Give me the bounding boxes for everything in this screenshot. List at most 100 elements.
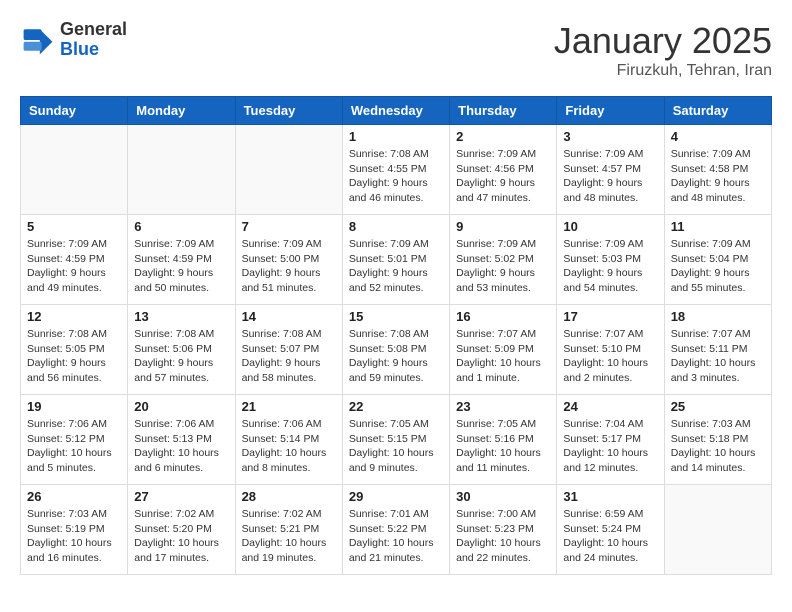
day-info: Sunrise: 7:09 AMSunset: 4:59 PMDaylight:…: [27, 237, 121, 296]
day-number: 31: [563, 489, 657, 504]
week-row-2: 5 Sunrise: 7:09 AMSunset: 4:59 PMDaylight…: [21, 215, 772, 305]
calendar-cell: 14Sunrise: 7:08 AMSunset: 5:07 PMDayligh…: [235, 305, 342, 395]
day-info: Sunrise: 7:08 AMSunset: 5:06 PMDaylight:…: [134, 327, 228, 386]
day-info: Sunrise: 7:01 AMSunset: 5:22 PMDaylight:…: [349, 507, 443, 566]
day-info: Sunrise: 7:09 AMSunset: 5:02 PMDaylight:…: [456, 237, 550, 296]
day-number: 10: [563, 219, 657, 234]
day-number: 23: [456, 399, 550, 414]
day-header-friday: Friday: [557, 97, 664, 125]
day-info: Sunrise: 7:06 AMSunset: 5:12 PMDaylight:…: [27, 417, 121, 476]
day-number: 5: [27, 219, 121, 234]
logo-icon: [20, 22, 56, 58]
day-number: 30: [456, 489, 550, 504]
day-info: Sunrise: 7:06 AMSunset: 5:14 PMDaylight:…: [242, 417, 336, 476]
day-info: Sunrise: 7:09 AMSunset: 5:00 PMDaylight:…: [242, 237, 336, 296]
day-header-sunday: Sunday: [21, 97, 128, 125]
day-number: 6: [134, 219, 228, 234]
day-number: 11: [671, 219, 765, 234]
day-number: 8: [349, 219, 443, 234]
day-number: 20: [134, 399, 228, 414]
day-header-tuesday: Tuesday: [235, 97, 342, 125]
day-info: Sunrise: 7:05 AMSunset: 5:16 PMDaylight:…: [456, 417, 550, 476]
calendar-cell: 1Sunrise: 7:08 AMSunset: 4:55 PMDaylight…: [342, 125, 449, 215]
day-info: Sunrise: 7:07 AMSunset: 5:10 PMDaylight:…: [563, 327, 657, 386]
day-info: Sunrise: 7:03 AMSunset: 5:19 PMDaylight:…: [27, 507, 121, 566]
title-block: January 2025 Firuzkuh, Tehran, Iran: [554, 20, 772, 80]
day-header-wednesday: Wednesday: [342, 97, 449, 125]
calendar-cell: 22Sunrise: 7:05 AMSunset: 5:15 PMDayligh…: [342, 395, 449, 485]
day-number: 4: [671, 129, 765, 144]
calendar-cell: 16Sunrise: 7:07 AMSunset: 5:09 PMDayligh…: [450, 305, 557, 395]
day-number: 25: [671, 399, 765, 414]
calendar-cell: [128, 125, 235, 215]
day-info: Sunrise: 7:09 AMSunset: 4:59 PMDaylight:…: [134, 237, 228, 296]
calendar-table: SundayMondayTuesdayWednesdayThursdayFrid…: [20, 96, 772, 575]
calendar-cell: 8 Sunrise: 7:09 AMSunset: 5:01 PMDaylight…: [342, 215, 449, 305]
day-info: Sunrise: 7:05 AMSunset: 5:15 PMDaylight:…: [349, 417, 443, 476]
day-number: 16: [456, 309, 550, 324]
day-number: 27: [134, 489, 228, 504]
day-info: Sunrise: 7:09 AMSunset: 5:04 PMDaylight:…: [671, 237, 765, 296]
calendar-cell: 7Sunrise: 7:09 AMSunset: 5:00 PMDaylight…: [235, 215, 342, 305]
calendar-cell: 23 Sunrise: 7:05 AMSunset: 5:16 PMDayligh…: [450, 395, 557, 485]
day-info: Sunrise: 7:09 AMSunset: 4:58 PMDaylight:…: [671, 147, 765, 206]
calendar-cell: 27Sunrise: 7:02 AMSunset: 5:20 PMDayligh…: [128, 485, 235, 575]
day-number: 12: [27, 309, 121, 324]
day-info: Sunrise: 7:07 AMSunset: 5:11 PMDaylight:…: [671, 327, 765, 386]
day-number: 28: [242, 489, 336, 504]
day-info: Sunrise: 7:09 AMSunset: 5:01 PMDaylight:…: [349, 237, 443, 296]
day-number: 13: [134, 309, 228, 324]
calendar-cell: 10 Sunrise: 7:09 AMSunset: 5:03 PMDayligh…: [557, 215, 664, 305]
day-number: 9: [456, 219, 550, 234]
day-number: 3: [563, 129, 657, 144]
logo-general: General: [60, 20, 127, 40]
week-row-3: 12 Sunrise: 7:08 AMSunset: 5:05 PMDayligh…: [21, 305, 772, 395]
calendar-cell: 24 Sunrise: 7:04 AMSunset: 5:17 PMDayligh…: [557, 395, 664, 485]
day-header-thursday: Thursday: [450, 97, 557, 125]
calendar-cell: 25 Sunrise: 7:03 AMSunset: 5:18 PMDayligh…: [664, 395, 771, 485]
week-row-5: 26Sunrise: 7:03 AMSunset: 5:19 PMDayligh…: [21, 485, 772, 575]
calendar-cell: 31 Sunrise: 6:59 AMSunset: 5:24 PMDayligh…: [557, 485, 664, 575]
calendar-cell: [664, 485, 771, 575]
day-header-monday: Monday: [128, 97, 235, 125]
days-header-row: SundayMondayTuesdayWednesdayThursdayFrid…: [21, 97, 772, 125]
calendar-cell: 17 Sunrise: 7:07 AMSunset: 5:10 PMDayligh…: [557, 305, 664, 395]
day-number: 19: [27, 399, 121, 414]
day-info: Sunrise: 7:09 AMSunset: 5:03 PMDaylight:…: [563, 237, 657, 296]
calendar-cell: 4 Sunrise: 7:09 AMSunset: 4:58 PMDaylight…: [664, 125, 771, 215]
calendar-cell: [21, 125, 128, 215]
calendar-cell: 3 Sunrise: 7:09 AMSunset: 4:57 PMDaylight…: [557, 125, 664, 215]
calendar-cell: 6 Sunrise: 7:09 AMSunset: 4:59 PMDaylight…: [128, 215, 235, 305]
calendar-cell: 30 Sunrise: 7:00 AMSunset: 5:23 PMDayligh…: [450, 485, 557, 575]
calendar-cell: 9 Sunrise: 7:09 AMSunset: 5:02 PMDaylight…: [450, 215, 557, 305]
day-number: 21: [242, 399, 336, 414]
day-number: 24: [563, 399, 657, 414]
day-info: Sunrise: 6:59 AMSunset: 5:24 PMDaylight:…: [563, 507, 657, 566]
day-info: Sunrise: 7:04 AMSunset: 5:17 PMDaylight:…: [563, 417, 657, 476]
day-number: 17: [563, 309, 657, 324]
day-info: Sunrise: 7:03 AMSunset: 5:18 PMDaylight:…: [671, 417, 765, 476]
logo: General Blue: [20, 20, 127, 60]
calendar-cell: 2 Sunrise: 7:09 AMSunset: 4:56 PMDaylight…: [450, 125, 557, 215]
month-title: January 2025: [554, 20, 772, 62]
day-info: Sunrise: 7:08 AMSunset: 5:05 PMDaylight:…: [27, 327, 121, 386]
calendar-cell: 5 Sunrise: 7:09 AMSunset: 4:59 PMDaylight…: [21, 215, 128, 305]
calendar-cell: 18 Sunrise: 7:07 AMSunset: 5:11 PMDayligh…: [664, 305, 771, 395]
calendar-cell: 19 Sunrise: 7:06 AMSunset: 5:12 PMDayligh…: [21, 395, 128, 485]
calendar-cell: 20 Sunrise: 7:06 AMSunset: 5:13 PMDayligh…: [128, 395, 235, 485]
day-info: Sunrise: 7:09 AMSunset: 4:57 PMDaylight:…: [563, 147, 657, 206]
calendar-cell: 21 Sunrise: 7:06 AMSunset: 5:14 PMDayligh…: [235, 395, 342, 485]
calendar-cell: 26Sunrise: 7:03 AMSunset: 5:19 PMDayligh…: [21, 485, 128, 575]
day-info: Sunrise: 7:08 AMSunset: 5:08 PMDaylight:…: [349, 327, 443, 386]
logo-text: General Blue: [60, 20, 127, 60]
day-info: Sunrise: 7:00 AMSunset: 5:23 PMDaylight:…: [456, 507, 550, 566]
day-info: Sunrise: 7:06 AMSunset: 5:13 PMDaylight:…: [134, 417, 228, 476]
day-number: 18: [671, 309, 765, 324]
day-info: Sunrise: 7:08 AMSunset: 4:55 PMDaylight:…: [349, 147, 443, 206]
day-info: Sunrise: 7:09 AMSunset: 4:56 PMDaylight:…: [456, 147, 550, 206]
day-number: 2: [456, 129, 550, 144]
location: Firuzkuh, Tehran, Iran: [554, 62, 772, 80]
logo-blue: Blue: [60, 40, 127, 60]
day-info: Sunrise: 7:08 AMSunset: 5:07 PMDaylight:…: [242, 327, 336, 386]
week-row-4: 19 Sunrise: 7:06 AMSunset: 5:12 PMDayligh…: [21, 395, 772, 485]
